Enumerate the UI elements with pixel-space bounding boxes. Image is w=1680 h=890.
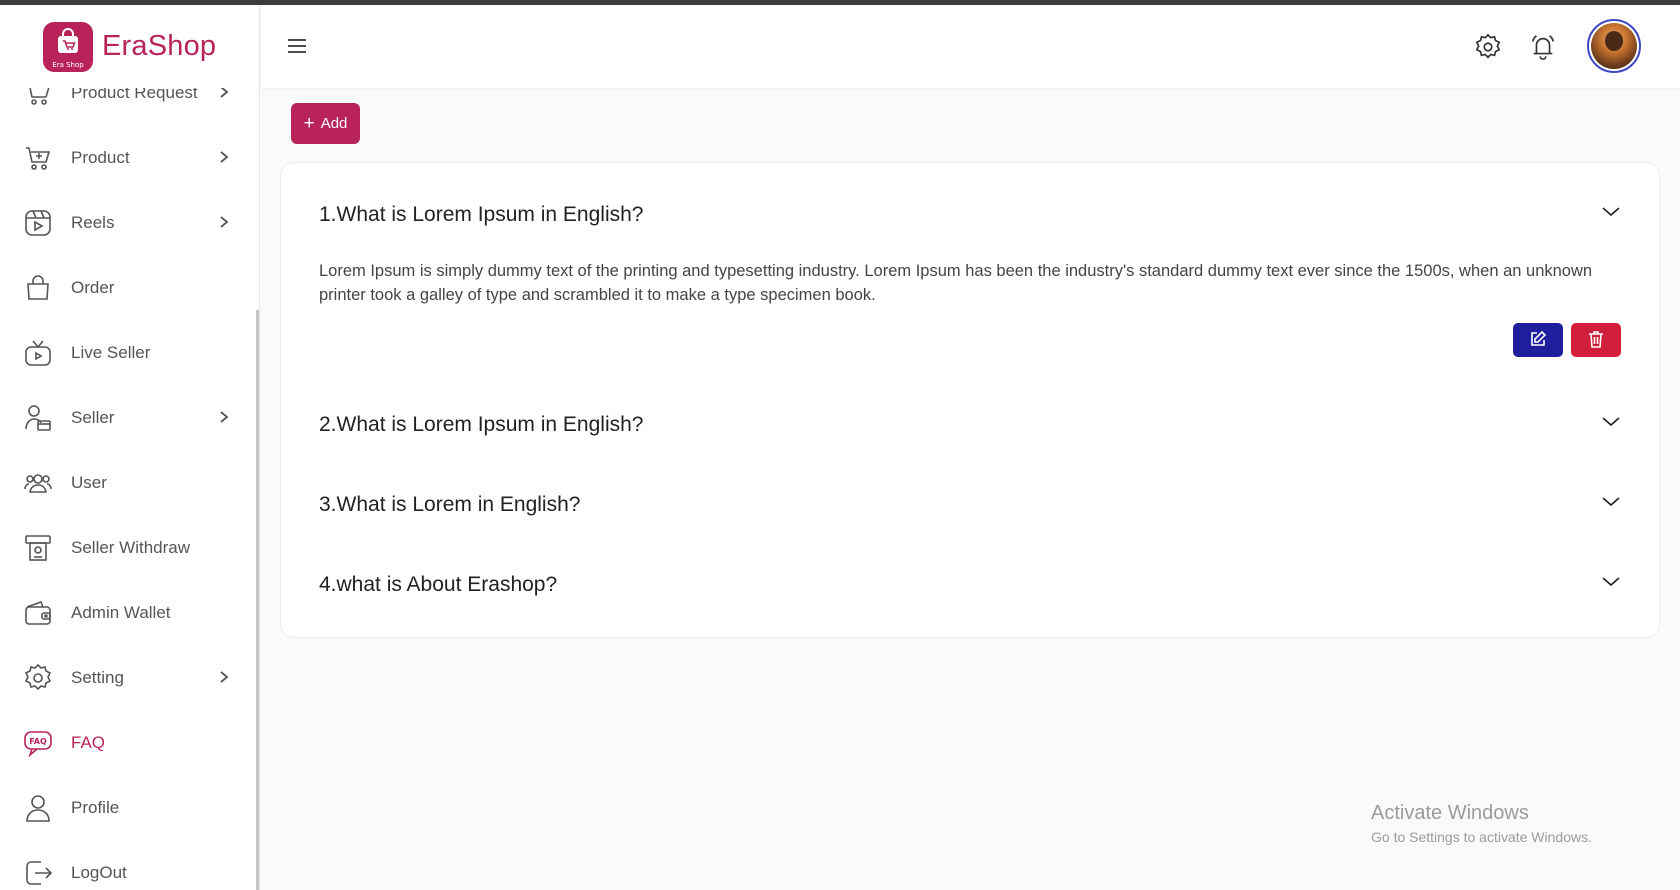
chevron-down-icon[interactable]	[1600, 411, 1622, 433]
add-faq-button[interactable]: + Add	[291, 103, 360, 144]
sidebar-item-product[interactable]: Product	[0, 125, 258, 190]
faq-question-4[interactable]: 4.what is About Erashop?	[319, 573, 557, 597]
faq-icon: FAQ	[21, 726, 55, 760]
sidebar-item-label: Seller	[71, 407, 115, 427]
seller-icon	[21, 401, 55, 435]
users-icon	[21, 466, 55, 500]
chevron-right-icon	[215, 148, 233, 166]
sidebar-item-faq[interactable]: FAQ FAQ	[0, 710, 258, 775]
sidebar: Era Shop EraShop Product Request Product…	[0, 5, 260, 890]
sidebar-item-label: LogOut	[71, 862, 127, 882]
brand[interactable]: Era Shop EraShop	[0, 5, 259, 88]
top-header	[261, 5, 1680, 88]
sidebar-scrollbar[interactable]	[256, 310, 259, 890]
sidebar-item-label: Admin Wallet	[71, 602, 171, 622]
bag-icon	[21, 271, 55, 305]
sidebar-nav: Product Request Product Reels Order Live…	[0, 60, 258, 890]
faq-question-3[interactable]: 3.What is Lorem in English?	[319, 493, 580, 517]
sidebar-item-seller[interactable]: Seller	[0, 385, 258, 450]
sidebar-item-label: Seller Withdraw	[71, 537, 191, 557]
gear-icon	[21, 661, 55, 695]
avatar-image	[1591, 23, 1637, 69]
faq-question-1[interactable]: 1.What is Lorem Ipsum in English?	[319, 203, 643, 227]
sidebar-item-reels[interactable]: Reels	[0, 190, 258, 255]
sidebar-item-label: Profile	[71, 797, 120, 817]
brand-logo-icon: Era Shop	[43, 21, 93, 72]
sidebar-item-label: User	[71, 472, 107, 492]
chevron-down-icon[interactable]	[1600, 491, 1622, 513]
trash-icon	[1588, 330, 1604, 351]
chevron-down-icon[interactable]	[1600, 201, 1622, 223]
faq-question-2[interactable]: 2.What is Lorem Ipsum in English?	[319, 413, 643, 437]
watermark-subtitle: Go to Settings to activate Windows.	[1371, 829, 1592, 845]
sidebar-item-user[interactable]: User	[0, 450, 258, 515]
faq-answer-1: Lorem Ipsum is simply dummy text of the …	[319, 262, 1593, 304]
sidebar-item-label: Live Seller	[71, 342, 151, 362]
chevron-right-icon	[215, 668, 233, 686]
brand-name: EraShop	[102, 30, 217, 62]
bell-icon[interactable]	[1528, 32, 1558, 62]
sidebar-item-label: FAQ	[71, 732, 106, 752]
edit-icon	[1529, 330, 1547, 351]
live-tv-icon	[21, 336, 55, 370]
sidebar-item-label: Product	[71, 147, 130, 167]
hamburger-icon[interactable]	[285, 35, 309, 57]
avatar[interactable]	[1587, 19, 1641, 73]
chevron-right-icon	[215, 408, 233, 426]
sidebar-item-logout[interactable]: LogOut	[0, 840, 258, 890]
sidebar-item-order[interactable]: Order	[0, 255, 258, 320]
logout-icon	[21, 856, 55, 890]
delete-faq-button[interactable]	[1571, 323, 1621, 357]
sidebar-item-label: Setting	[71, 667, 124, 687]
reels-icon	[21, 206, 55, 240]
faq-list: 1.What is Lorem Ipsum in English? Lorem …	[280, 162, 1660, 638]
chevron-right-icon	[215, 213, 233, 231]
sidebar-item-label: Order	[71, 277, 115, 297]
sidebar-item-live-seller[interactable]: Live Seller	[0, 320, 258, 385]
sidebar-item-setting[interactable]: Setting	[0, 645, 258, 710]
gear-icon[interactable]	[1473, 32, 1503, 62]
windows-activation-watermark: Activate Windows Go to Settings to activ…	[1371, 802, 1592, 845]
sidebar-item-label: Reels	[71, 212, 115, 232]
chevron-down-icon[interactable]	[1600, 571, 1622, 593]
sidebar-item-seller-withdraw[interactable]: Seller Withdraw	[0, 515, 258, 580]
svg-text:FAQ: FAQ	[29, 737, 47, 746]
cart-add-icon	[21, 141, 55, 175]
watermark-title: Activate Windows	[1371, 802, 1529, 824]
edit-faq-button[interactable]	[1513, 323, 1563, 357]
plus-icon: +	[303, 113, 315, 134]
add-button-label: Add	[320, 115, 348, 132]
brand-logo-text: Era Shop	[52, 60, 84, 69]
sidebar-item-admin-wallet[interactable]: Admin Wallet	[0, 580, 258, 645]
withdraw-icon	[21, 531, 55, 565]
sidebar-item-profile[interactable]: Profile	[0, 775, 258, 840]
wallet-icon	[21, 596, 55, 630]
profile-icon	[21, 791, 55, 825]
